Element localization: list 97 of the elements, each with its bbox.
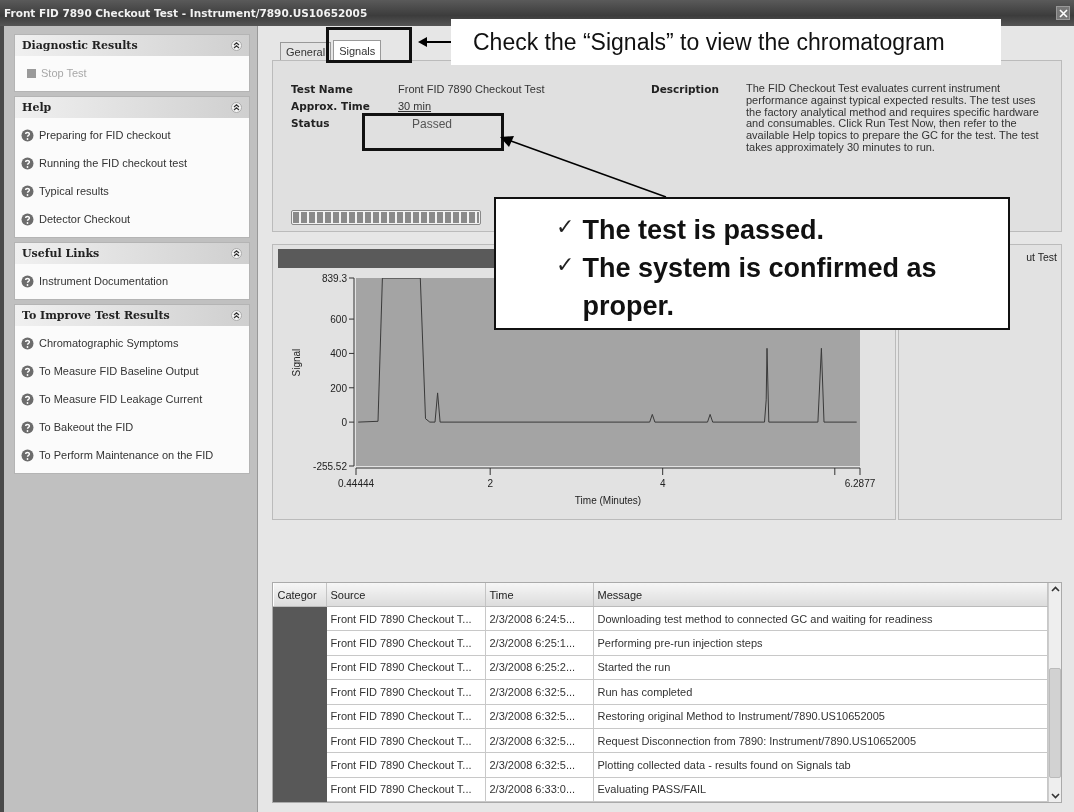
scroll-up-icon[interactable] bbox=[1050, 586, 1060, 592]
check-mark: ✓ bbox=[556, 251, 575, 279]
scrollbar[interactable] bbox=[1048, 583, 1061, 802]
scroll-thumb[interactable] bbox=[1049, 667, 1061, 778]
description-text: The FID Checkout Test evaluates current instrument performance against typical expected results. The test uses the factory analytical method and requires specific hardware and consumables. Click Run Test Now, then refer to the available Help topics to prepare the GC for the test. The test takes approximately 30 minutes to run. bbox=[746, 83, 1040, 154]
column-header[interactable]: Message bbox=[593, 583, 1048, 607]
window-title: Front FID 7890 Checkout Test - Instrument/7890.US10652005 bbox=[4, 7, 368, 19]
axis-title: Time (Minutes) bbox=[574, 495, 642, 506]
stop-icon bbox=[27, 68, 36, 78]
category-cell bbox=[273, 777, 326, 802]
table-cell: 2/3/2008 6:24:5... bbox=[485, 606, 593, 631]
section-header[interactable]: Help bbox=[15, 97, 249, 118]
table-cell: 2/3/2008 6:33:0... bbox=[485, 777, 593, 802]
help-icon bbox=[21, 128, 34, 142]
check-mark: ✓ bbox=[556, 213, 575, 241]
help-icon bbox=[21, 336, 34, 350]
axis-title: Signal bbox=[291, 348, 302, 377]
tick-label: 0 bbox=[341, 417, 347, 429]
tick-label: 839.3 bbox=[321, 273, 347, 284]
section-title: Useful Links bbox=[22, 247, 100, 260]
tick-label: 200 bbox=[330, 382, 347, 394]
field-value: Passed bbox=[411, 117, 453, 131]
table-cell: Run has completed bbox=[593, 679, 1048, 704]
close-button[interactable] bbox=[1056, 6, 1070, 20]
sidebar-link[interactable]: Running the FID checkout test bbox=[15, 149, 249, 177]
collapse-icon[interactable] bbox=[231, 40, 242, 51]
collapse-icon[interactable] bbox=[231, 248, 242, 259]
help-icon bbox=[21, 448, 34, 462]
table-cell: Front FID 7890 Checkout T... bbox=[326, 752, 485, 778]
tick-label: 600 bbox=[330, 314, 347, 326]
table-cell: 2/3/2008 6:32:5... bbox=[485, 679, 593, 704]
tick-label: -255.52 bbox=[313, 461, 347, 472]
table-cell: Downloading test method to connected GC and waiting for readiness bbox=[593, 606, 1048, 631]
legend-label: ut Test bbox=[1026, 251, 1057, 263]
field-label: Test Name bbox=[291, 83, 354, 95]
section-title: Diagnostic Results bbox=[22, 39, 138, 52]
sidebar-link[interactable]: To Measure FID Leakage Current bbox=[15, 385, 249, 413]
category-cell bbox=[273, 606, 326, 631]
sidebar-link[interactable]: Preparing for FID checkout bbox=[15, 121, 249, 149]
table-cell: 2/3/2008 6:32:5... bbox=[485, 704, 593, 729]
sidebar-link[interactable]: Typical results bbox=[15, 177, 249, 205]
section-header[interactable]: Useful Links bbox=[15, 243, 249, 264]
column-header[interactable]: Time bbox=[485, 583, 593, 607]
help-icon bbox=[21, 420, 34, 434]
field-value: Front FID 7890 Checkout Test bbox=[398, 83, 546, 95]
sidebar-link[interactable]: Instrument Documentation bbox=[15, 267, 249, 295]
table-cell: Front FID 7890 Checkout T... bbox=[326, 777, 485, 802]
table-cell: Front FID 7890 Checkout T... bbox=[326, 728, 485, 753]
field-label: Approx. Time bbox=[291, 100, 371, 112]
sidebar-link[interactable]: To Perform Maintenance on the FID bbox=[15, 441, 249, 469]
field-label: Description bbox=[651, 83, 720, 95]
section-header[interactable]: To Improve Test Results bbox=[15, 305, 249, 326]
table-cell: Restoring original Method to Instrument/7890.US10652005 bbox=[593, 704, 1048, 729]
help-icon bbox=[21, 212, 34, 226]
annotation-text: Check the “Signals” to view the chromatogram bbox=[473, 28, 945, 56]
field-label: Status bbox=[291, 117, 331, 131]
help-icon bbox=[21, 364, 34, 378]
column-header[interactable]: Categor bbox=[273, 583, 326, 607]
annotation-text: The system is confirmed as proper. bbox=[582, 252, 938, 323]
column-header[interactable]: Source bbox=[326, 583, 485, 607]
sidebar-link[interactable]: To Measure FID Baseline Output bbox=[15, 357, 249, 385]
tab[interactable]: General bbox=[280, 42, 332, 60]
table-cell: Started the run bbox=[593, 655, 1048, 680]
collapse-icon[interactable] bbox=[231, 310, 242, 321]
help-icon bbox=[21, 392, 34, 406]
table-cell: Performing pre-run injection steps bbox=[593, 630, 1048, 656]
tick-label: 400 bbox=[330, 348, 347, 360]
table-cell: Plotting collected data - results found on Signals tab bbox=[593, 752, 1048, 778]
table-cell: Evaluating PASS/FAIL bbox=[593, 777, 1048, 802]
table-cell: Front FID 7890 Checkout T... bbox=[326, 704, 485, 729]
table-cell: Front FID 7890 Checkout T... bbox=[326, 606, 485, 631]
table-cell: Front FID 7890 Checkout T... bbox=[326, 655, 485, 680]
collapse-icon[interactable] bbox=[231, 102, 242, 113]
tick-label: 0.44444 bbox=[337, 478, 375, 489]
help-icon bbox=[21, 156, 34, 170]
table-cell: 2/3/2008 6:25:1... bbox=[485, 630, 593, 656]
tick-label: 6.2877 bbox=[844, 478, 876, 489]
table-cell: 2/3/2008 6:32:5... bbox=[485, 728, 593, 753]
section-header[interactable]: Diagnostic Results bbox=[15, 35, 249, 56]
annotation-text: The test is passed. bbox=[582, 214, 825, 247]
sidebar-link[interactable]: Detector Checkout bbox=[15, 205, 249, 233]
section-title: To Improve Test Results bbox=[22, 309, 170, 322]
table-cell: Request Disconnection from 7890: Instrument/7890.US10652005 bbox=[593, 728, 1048, 753]
table-cell: 2/3/2008 6:25:2... bbox=[485, 655, 593, 680]
table-cell: Front FID 7890 Checkout T... bbox=[326, 630, 485, 656]
table-cell: Front FID 7890 Checkout T... bbox=[326, 679, 485, 704]
table-cell: 2/3/2008 6:32:5... bbox=[485, 752, 593, 778]
sidebar-link[interactable]: Chromatographic Symptoms bbox=[15, 329, 249, 357]
section-title: Help bbox=[22, 101, 52, 114]
help-icon bbox=[21, 274, 34, 288]
scroll-down-icon[interactable] bbox=[1050, 793, 1060, 799]
sidebar-link[interactable]: To Bakeout the FID bbox=[15, 413, 249, 441]
field-value: 30 min bbox=[398, 100, 433, 112]
help-icon bbox=[21, 184, 34, 198]
tick-label: 2 bbox=[487, 478, 493, 489]
tab[interactable]: Signals bbox=[333, 40, 382, 60]
tick-label: 4 bbox=[659, 478, 666, 489]
